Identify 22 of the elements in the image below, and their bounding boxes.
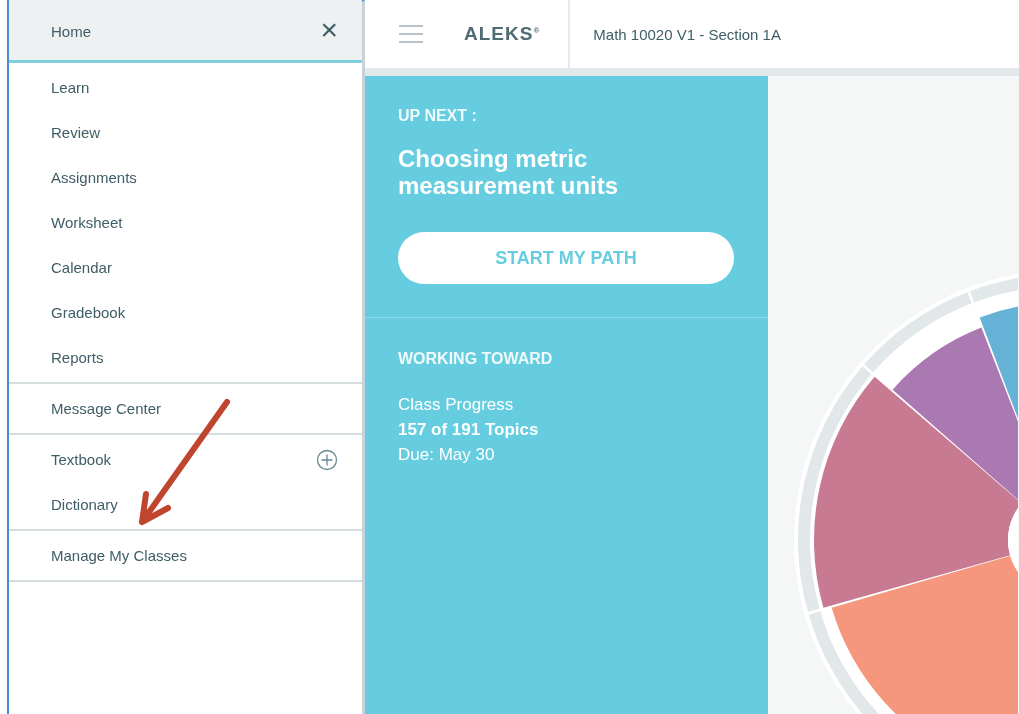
plus-icon[interactable] [316,448,338,471]
menu-item[interactable]: Gradebook [51,304,126,321]
topic-title: Choosing metric measurement units [398,145,620,199]
menu-item[interactable]: Review [51,124,101,141]
home-link[interactable]: Home [51,20,91,40]
progress-label: Class Progress [398,394,515,416]
menu-item[interactable]: Reports [51,349,104,366]
section-heading: WORKING TOWARD [398,350,554,368]
menu-item[interactable]: Manage My Classes [51,547,187,564]
menu-item[interactable]: Dictionary [51,496,118,513]
menu-item[interactable]: Worksheet [51,214,123,231]
menu-item[interactable]: Textbook [51,451,112,468]
menu-item[interactable]: Assignments [51,169,137,186]
menu-item[interactable]: Message Center [51,400,162,417]
topics-count: 157 of 191 Topics [398,419,540,441]
section-heading: UP NEXT : [398,107,478,125]
course-title: Math 10020 V1 - Section 1A [593,25,781,43]
menu-item[interactable]: Calendar [51,259,112,276]
close-button[interactable]: × [316,15,342,45]
logo: ALEKS$^{®}$ [464,23,541,45]
menu-item[interactable]: Learn [51,79,90,96]
due-date: Due: May 30 [398,444,496,466]
